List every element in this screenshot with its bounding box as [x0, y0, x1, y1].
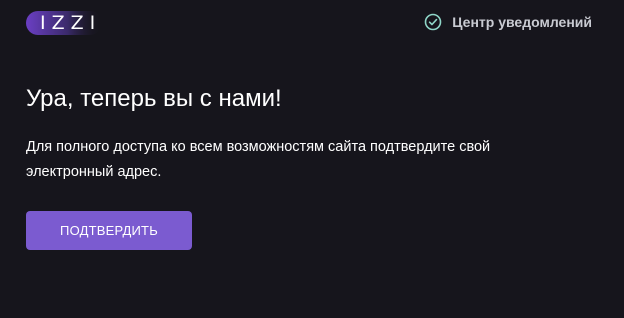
notifications-center-link[interactable]: Центр уведомлений: [424, 13, 592, 31]
confirmation-description: Для полного доступа ко всем возможностям…: [26, 139, 491, 180]
notifications-center-label: Центр уведомлений: [452, 14, 592, 30]
logo-pill: IZZI: [26, 11, 102, 35]
logo-text: IZZI: [40, 12, 102, 34]
header: IZZI Центр уведомлений: [0, 0, 624, 48]
confirm-email-button[interactable]: ПОДТВЕРДИТЬ: [26, 211, 192, 250]
check-circle-icon: [424, 13, 442, 31]
izzi-logo[interactable]: IZZI: [26, 11, 102, 35]
page-title: Ура, теперь вы с нами!: [26, 85, 282, 112]
